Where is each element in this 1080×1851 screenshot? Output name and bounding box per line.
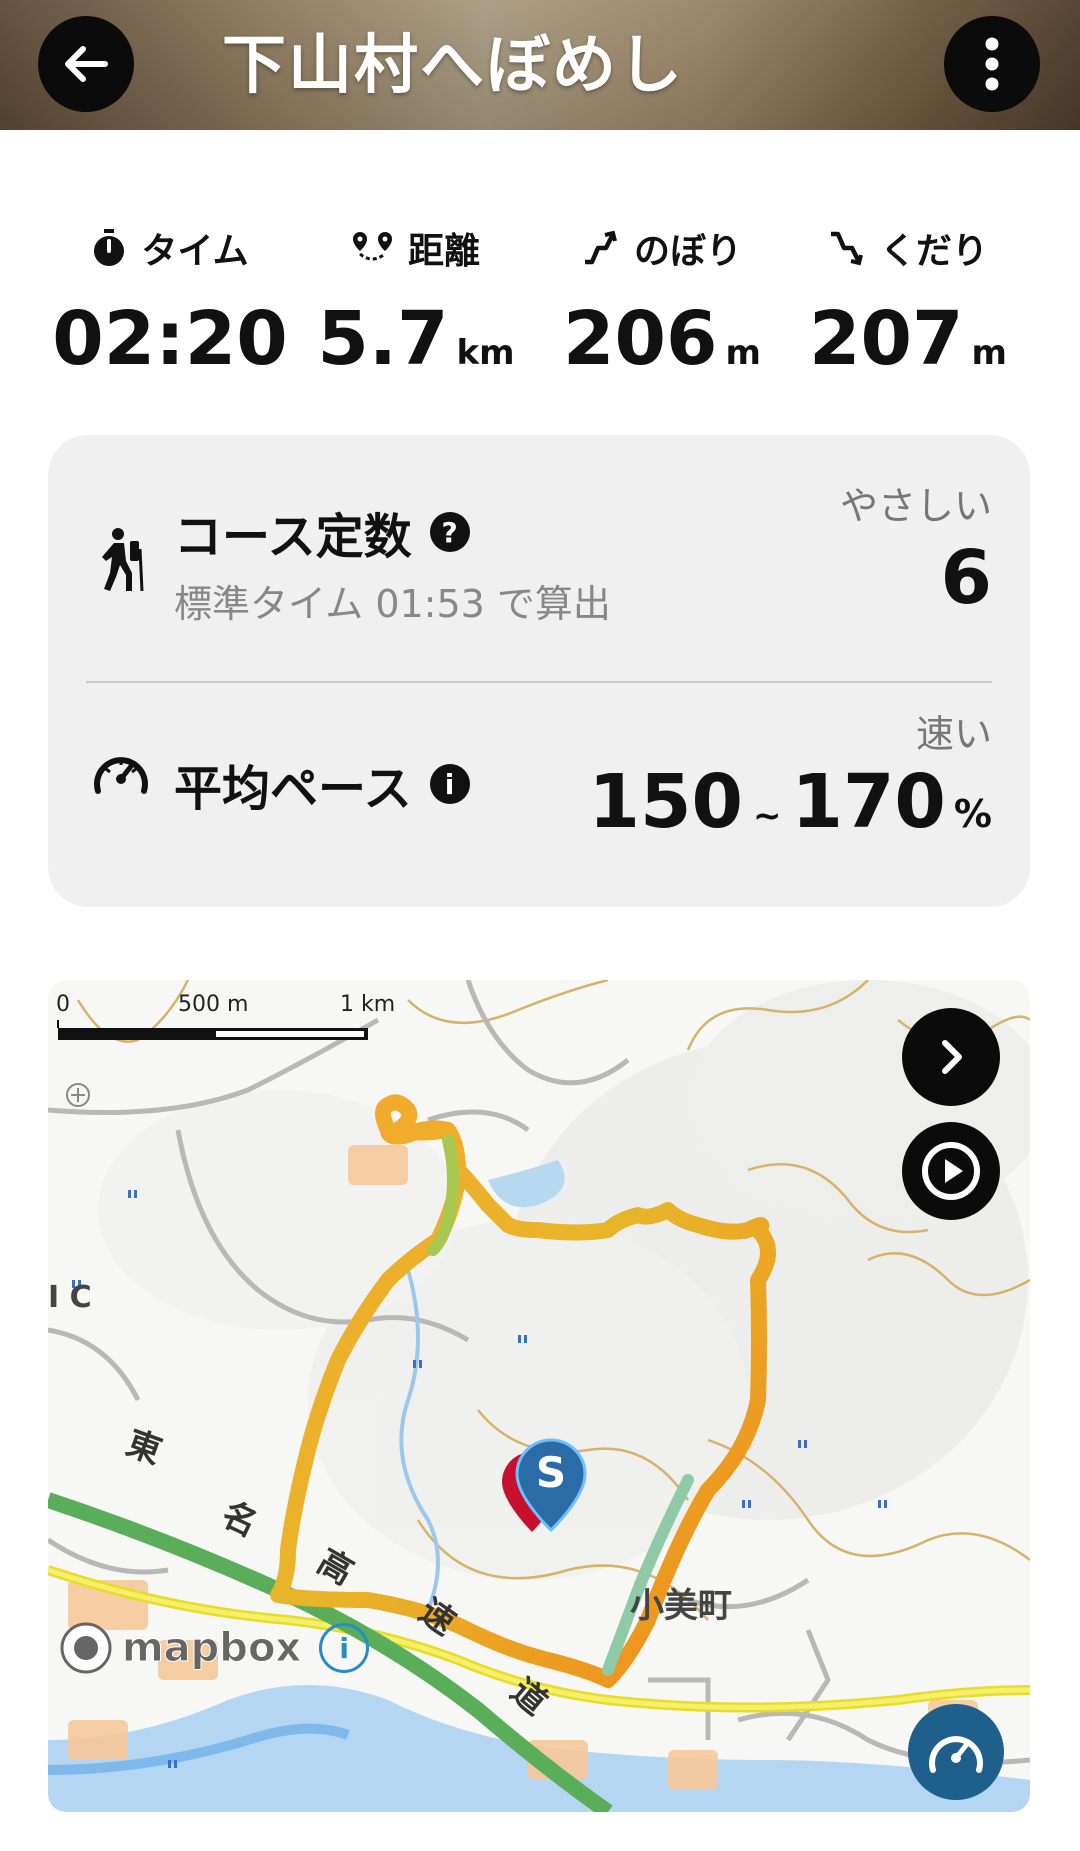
arrow-left-icon (65, 46, 108, 82)
course-difficulty-label: やさしい (839, 484, 992, 528)
course-constant-section: コース定数 ? 標準タイム 01:53 で算出 やさしい 6 (48, 435, 1030, 681)
stat-descent-label: くだり (879, 231, 988, 272)
stat-time: タイム 02:20 (40, 222, 300, 382)
mapbox-wordmark: mapbox (121, 1625, 302, 1672)
mapbox-attribution[interactable]: mapbox i (58, 1620, 370, 1676)
help-icon[interactable]: ? (429, 512, 470, 552)
info-icon[interactable]: i (429, 764, 470, 804)
pace-min: 150 (588, 759, 743, 845)
back-button[interactable] (38, 16, 134, 112)
stat-distance: 距離 5.7 km (286, 222, 546, 382)
pace-title-row: 平均ペース i (174, 749, 470, 819)
stat-ascent-unit: m (725, 333, 761, 373)
start-marker-label: S (535, 1448, 567, 1497)
play-button[interactable] (902, 1122, 1000, 1220)
header-bar: 下山村へぼめし (0, 0, 1080, 130)
pace-rating-label: 速い (915, 712, 992, 756)
pace-unit: % (953, 792, 992, 836)
pace-tilde: ~ (752, 796, 782, 836)
play-circle-icon (922, 1142, 980, 1200)
page-title: 下山村へぼめし (222, 29, 684, 103)
scale-label-zero: 0 (56, 992, 70, 1017)
mapbox-logo-icon (60, 1622, 112, 1674)
route-pin-icon (352, 232, 392, 261)
stopwatch-icon (94, 229, 125, 266)
more-menu-button[interactable] (944, 16, 1040, 112)
pace-title: 平均ペース (174, 761, 412, 817)
speedometer-icon (929, 1736, 983, 1773)
chevron-right-icon (942, 1040, 962, 1074)
stat-time-value: 02:20 (52, 296, 288, 382)
next-button[interactable] (902, 1008, 1000, 1106)
hiker-icon (102, 528, 144, 592)
map-label-town: 小美町 (630, 1586, 732, 1626)
map-label-ic: I C (48, 1280, 92, 1315)
attribution-info-icon[interactable]: i (319, 1623, 370, 1673)
stat-ascent-label: のぼり (633, 231, 742, 272)
stat-ascent: のぼり 206 m (532, 222, 792, 382)
pace-map-button[interactable] (908, 1704, 1004, 1800)
descent-icon (830, 231, 863, 266)
pace-range: 150 ~170% (588, 759, 992, 845)
course-constant-value: 6 (940, 535, 993, 621)
stat-descent-unit: m (971, 333, 1007, 373)
pace-section: 平均ペース i 速い 150 ~170% (48, 683, 1030, 907)
stat-distance-value: 5.7 (317, 296, 449, 382)
course-constant-title-row: コース定数 ? (174, 497, 470, 567)
course-constant-title: コース定数 (174, 509, 412, 565)
route-map[interactable]: 0 500 m 1 km I C 東 名 高 速 道 小美町 S mapbox … (48, 980, 1030, 1812)
course-standard-time: 標準タイム 01:53 で算出 (174, 582, 611, 626)
stat-descent: くだり 207 m (778, 222, 1038, 382)
course-info-card: コース定数 ? 標準タイム 01:53 で算出 やさしい 6 平均ペース i 速… (48, 435, 1030, 907)
pace-max: 170 (791, 759, 946, 845)
scale-label-full: 1 km (340, 992, 396, 1017)
scale-label-half: 500 m (178, 992, 249, 1017)
stat-distance-unit: km (456, 333, 515, 373)
speedometer-icon (94, 757, 148, 794)
stat-distance-label: 距離 (407, 231, 480, 272)
more-vertical-icon (985, 37, 999, 91)
ascent-icon (584, 230, 617, 265)
stat-ascent-value: 206 (563, 296, 718, 382)
stat-descent-value: 207 (809, 296, 964, 382)
start-marker[interactable]: S (514, 1438, 588, 1534)
stat-time-label: タイム (141, 231, 249, 272)
